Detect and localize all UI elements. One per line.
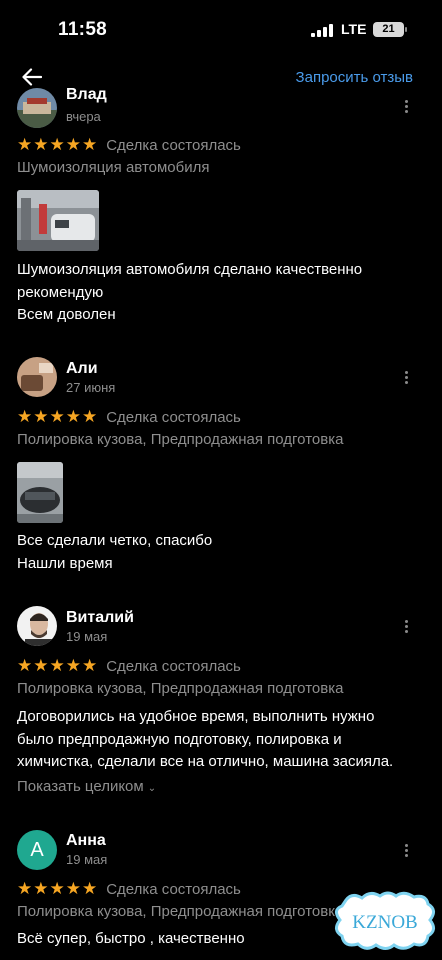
reviewer-name: Али bbox=[66, 360, 98, 377]
rating-row: ★★★★★ Сделка состоялась bbox=[17, 407, 241, 427]
review-date: вчера bbox=[66, 109, 101, 124]
battery-icon: 21 bbox=[373, 22, 404, 37]
review-photo[interactable] bbox=[17, 190, 99, 251]
review-photo[interactable] bbox=[17, 462, 63, 523]
deal-status: Сделка состоялась bbox=[106, 657, 241, 675]
top-bar: Запросить отзыв bbox=[0, 56, 442, 98]
back-button[interactable] bbox=[18, 64, 46, 90]
signal-icon bbox=[311, 24, 333, 37]
status-time: 11:58 bbox=[58, 19, 108, 40]
avatar[interactable] bbox=[17, 606, 57, 646]
watermark-logo: KZNOB bbox=[335, 891, 435, 950]
deal-status: Сделка состоялась bbox=[106, 136, 241, 154]
service-tags: Полировка кузова, Предпродажная подготов… bbox=[17, 903, 344, 920]
review-date: 27 июня bbox=[66, 380, 116, 395]
rating-row: ★★★★★ Сделка состоялась bbox=[17, 135, 241, 155]
review-text: Все сделали четко, спасибо Нашли время bbox=[17, 532, 213, 572]
reviewer-name: Виталий bbox=[66, 609, 134, 626]
deal-status: Сделка состоялась bbox=[106, 880, 241, 898]
chevron-down-icon: ⌄ bbox=[147, 783, 157, 794]
star-rating: ★★★★★ bbox=[17, 135, 99, 154]
reviewer-name: Анна bbox=[66, 832, 106, 849]
watermark-text: KZNOB bbox=[352, 912, 417, 933]
star-rating: ★★★★★ bbox=[17, 879, 99, 898]
service-tags: Шумоизоляция автомобиля bbox=[17, 159, 210, 176]
more-options-icon[interactable] bbox=[398, 839, 414, 861]
network-type: LTE bbox=[341, 21, 367, 37]
rating-row: ★★★★★ Сделка состоялась bbox=[17, 656, 241, 676]
show-more-label: Показать целиком bbox=[17, 778, 144, 795]
rating-row: ★★★★★ Сделка состоялась bbox=[17, 879, 241, 899]
deal-status: Сделка состоялась bbox=[106, 408, 241, 426]
service-tags: Полировка кузова, Предпродажная подготов… bbox=[17, 431, 344, 448]
service-tags: Полировка кузова, Предпродажная подготов… bbox=[17, 680, 344, 697]
request-review-link[interactable]: Запросить отзыв bbox=[296, 69, 413, 86]
back-arrow-icon bbox=[22, 68, 42, 86]
avatar-initial: А bbox=[30, 838, 44, 861]
avatar[interactable]: А bbox=[17, 830, 57, 870]
review-text: Договорились на удобное время, выполнить… bbox=[17, 708, 394, 770]
battery-cap bbox=[405, 27, 407, 32]
review-date: 19 мая bbox=[66, 629, 108, 644]
more-options-icon[interactable] bbox=[398, 95, 414, 117]
star-rating: ★★★★★ bbox=[17, 407, 99, 426]
more-options-icon[interactable] bbox=[398, 366, 414, 388]
more-options-icon[interactable] bbox=[398, 615, 414, 637]
avatar[interactable] bbox=[17, 357, 57, 397]
review-date: 19 мая bbox=[66, 852, 108, 867]
status-bar: 11:58 LTE 21 bbox=[0, 0, 442, 56]
show-more-button[interactable]: Показать целиком ⌄ bbox=[17, 778, 156, 795]
star-rating: ★★★★★ bbox=[17, 656, 99, 675]
review-text: Шумоизоляция автомобиля сделано качестве… bbox=[17, 261, 363, 323]
